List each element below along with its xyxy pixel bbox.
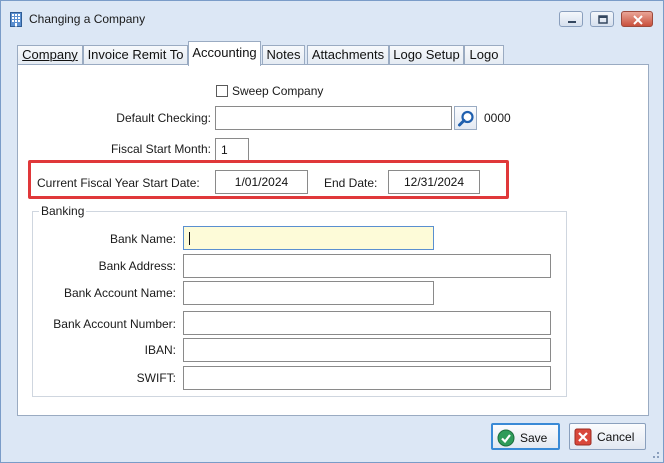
iban-field[interactable]	[183, 338, 551, 362]
tab-logo[interactable]: Logo	[464, 45, 504, 65]
save-button-label: Save	[520, 431, 548, 445]
magnifier-icon	[458, 110, 474, 127]
tab-accounting[interactable]: Accounting	[188, 41, 261, 66]
save-button[interactable]: Save	[491, 423, 560, 450]
tab-invoice-remit-to[interactable]: Invoice Remit To	[83, 45, 188, 65]
bank-account-number-label: Bank Account Number:	[53, 317, 176, 331]
sweep-company-label: Sweep Company	[232, 84, 324, 98]
default-checking-label: Default Checking:	[116, 111, 211, 125]
minimize-icon	[568, 21, 576, 23]
tab-notes[interactable]: Notes	[262, 45, 305, 65]
minimize-button[interactable]	[559, 11, 583, 27]
end-date-field[interactable]: 12/31/2024	[388, 170, 480, 194]
tab-company[interactable]: Company	[17, 45, 83, 65]
iban-label: IBAN:	[144, 343, 176, 357]
changing-company-dialog: Changing a Company Company Invoice Remit…	[0, 0, 664, 463]
default-checking-field[interactable]	[215, 106, 452, 130]
bank-address-label: Bank Address:	[98, 259, 176, 273]
bank-account-number-field[interactable]	[183, 311, 551, 335]
resize-grip-icon[interactable]	[649, 448, 661, 460]
swift-field[interactable]	[183, 366, 551, 390]
maximize-icon	[598, 15, 608, 24]
end-date-label: End Date:	[324, 176, 378, 190]
title-bar[interactable]: Changing a Company	[1, 1, 663, 37]
tab-logo-setup[interactable]: Logo Setup	[389, 45, 464, 65]
fy-start-date-field[interactable]: 1/01/2024	[215, 170, 308, 194]
bank-name-label: Bank Name:	[109, 232, 176, 246]
fiscal-start-month-label: Fiscal Start Month:	[110, 142, 211, 156]
bank-name-field[interactable]	[183, 226, 434, 250]
default-checking-code: 0000	[484, 111, 511, 125]
close-window-button[interactable]	[621, 11, 653, 27]
default-checking-lookup-button[interactable]	[454, 106, 477, 130]
sweep-company-checkbox[interactable]	[216, 85, 228, 97]
cancel-button-label: Cancel	[597, 430, 635, 444]
cancel-x-icon	[574, 428, 592, 446]
building-icon	[10, 12, 22, 27]
window-title: Changing a Company	[29, 12, 146, 26]
bank-account-name-label: Bank Account Name:	[63, 286, 176, 300]
fy-start-date-label: Current Fiscal Year Start Date:	[37, 176, 200, 190]
checkmark-icon	[497, 429, 515, 447]
maximize-button[interactable]	[590, 11, 614, 27]
bank-address-field[interactable]	[183, 254, 551, 278]
swift-label: SWIFT:	[136, 371, 176, 385]
close-icon	[633, 15, 643, 25]
banking-group-title: Banking	[39, 204, 87, 218]
fiscal-start-month-field[interactable]: 1	[215, 138, 249, 162]
tab-attachments[interactable]: Attachments	[307, 45, 389, 65]
cancel-button[interactable]: Cancel	[569, 423, 646, 450]
text-cursor	[189, 232, 190, 245]
bank-account-name-field[interactable]	[183, 281, 434, 305]
